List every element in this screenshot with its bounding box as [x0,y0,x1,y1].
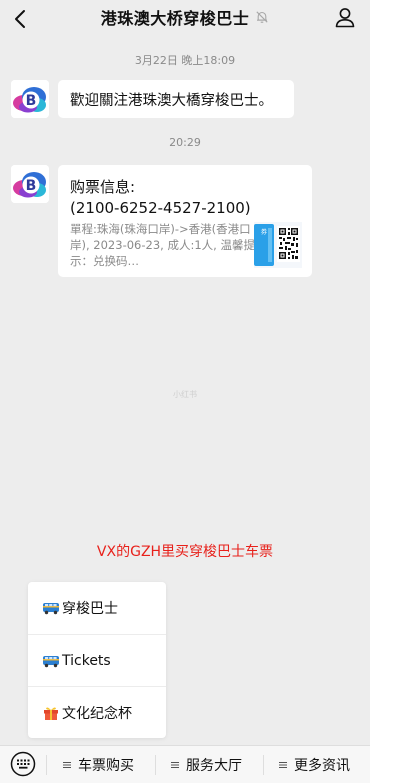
tab-label: 更多资讯 [294,758,350,774]
bus-icon [43,603,59,615]
menu-item-tickets[interactable]: Tickets [28,634,166,686]
tab-label: 服务大厅 [186,758,242,774]
gift-icon [44,706,58,720]
bell-off-icon [256,11,268,23]
avatar[interactable]: B [11,165,49,203]
menu-item-label: Tickets [62,652,111,669]
menu-item-souvenir-cup[interactable]: 文化纪念杯 [28,686,166,738]
watermark: 小红书 [173,390,197,399]
keyboard-icon[interactable] [10,751,36,777]
message-text: 歡迎關注港珠澳大橋穿梭巴士。 [70,92,273,109]
tab-label: 车票购买 [78,758,134,774]
header: 港珠澳大桥穿梭巴士 [0,0,370,40]
menu-lines-icon [63,762,71,768]
right-margin [370,0,407,783]
bottom-menu-bar: 车票购买 服务大厅 更多资讯 [0,745,370,783]
menu-item-shuttle-bus[interactable]: 穿梭巴士 [28,582,166,634]
title-wrap: 港珠澳大桥穿梭巴士 [0,0,370,34]
message-bubble[interactable]: 歡迎關注港珠澳大橋穿梭巴士。 [58,80,294,118]
svg-text:B: B [26,93,37,109]
tab-ticket-purchase[interactable]: 车票购买 [63,746,134,783]
avatar[interactable]: B [11,80,49,118]
divider [263,755,264,775]
svg-text:B: B [26,178,37,194]
brand-logo-icon: B [11,165,49,203]
user-icon[interactable] [334,6,356,28]
tab-service-hall[interactable]: 服务大厅 [171,746,242,783]
page-title: 港珠澳大桥穿梭巴士 [100,9,250,28]
bus-icon [43,655,59,667]
tab-more-info[interactable]: 更多资讯 [279,746,350,783]
popup-menu: 穿梭巴士 Tickets 文化纪念杯 [28,582,166,738]
timestamp: 20:29 [169,136,201,149]
menu-item-label: 文化纪念杯 [62,705,132,722]
red-caption: VX的GZH里买穿梭巴士车票 [96,544,274,560]
ticket-card[interactable]: 购票信息: (2100-6252-4527-2100) 單程:珠海(珠海口岸)-… [58,165,312,277]
menu-lines-icon [171,762,179,768]
card-title: 购票信息: [70,178,136,196]
brand-logo-icon: B [11,80,49,118]
menu-item-label: 穿梭巴士 [62,601,118,617]
ticket-thumbnail: 券 [254,222,302,268]
ticket-thumb-label: 券 [261,228,267,236]
timestamp: 3月22日 晚上18:09 [134,54,236,67]
card-description: 單程:珠海(珠海口岸)->香港(香港口岸), 2023-06-23, 成人:1人… [70,222,255,268]
menu-lines-icon [279,762,287,768]
ticket-code: (2100-6252-4527-2100) [70,199,251,217]
divider [155,755,156,775]
chat-screen: 港珠澳大桥穿梭巴士 3月22日 晚上18:09 B 歡迎關注港珠澳大橋穿梭巴士。… [0,0,370,783]
divider [46,755,47,775]
